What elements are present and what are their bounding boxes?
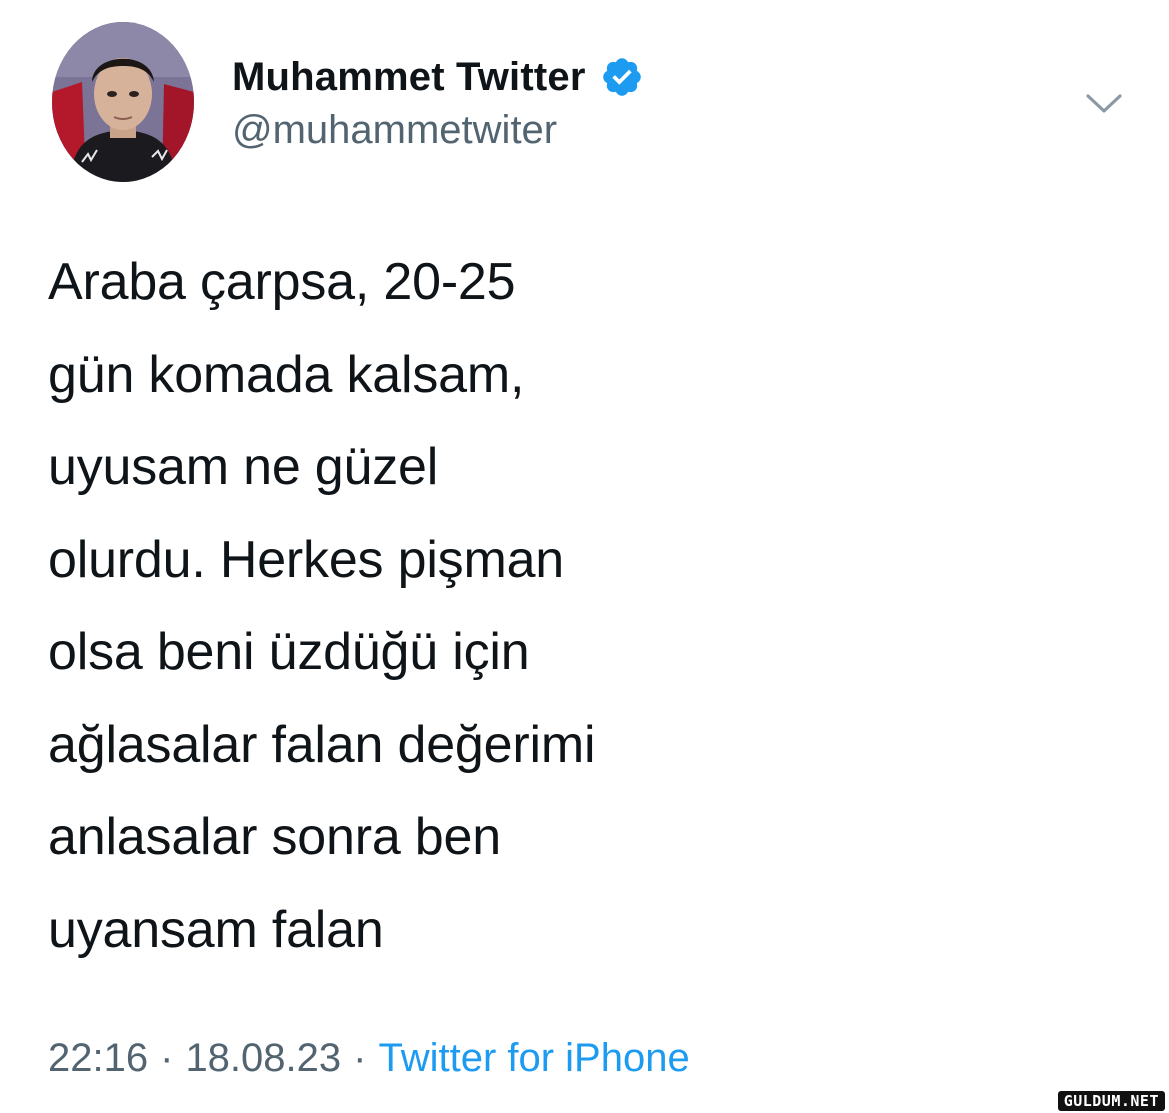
watermark: GULDUM.NET — [1057, 1091, 1165, 1111]
tweet-metadata: 22:16 · 18.08.23 · Twitter for iPhone — [48, 1036, 690, 1081]
separator: · — [353, 1036, 367, 1080]
tweet-date[interactable]: 18.08.23 — [185, 1036, 341, 1080]
tweet-text-line: uyusam ne güzel — [48, 438, 439, 496]
separator: · — [160, 1036, 174, 1080]
tweet-text: Araba çarpsa, 20-25 gün komada kalsam, u… — [48, 236, 828, 976]
tweet-text-line: olsa beni üzdüğü için — [48, 623, 530, 681]
display-name[interactable]: Muhammet Twitter — [232, 55, 586, 100]
author-name-row: Muhammet Twitter — [232, 50, 644, 104]
profile-photo-icon — [52, 22, 194, 182]
tweet-text-line: gün komada kalsam, — [48, 345, 525, 404]
tweet-source-link[interactable]: Twitter for iPhone — [378, 1036, 689, 1080]
tweet: Muhammet Twitter @muhammetwiter Araba ça… — [0, 0, 1169, 1113]
user-handle[interactable]: @muhammetwiter — [232, 108, 557, 153]
avatar[interactable] — [52, 22, 194, 182]
tweet-text-line: Araba çarpsa, 20-25 — [48, 253, 516, 311]
tweet-text-line: olurdu. Herkes pişman — [48, 530, 565, 589]
tweet-text-line: anlasalar sonra ben — [48, 808, 501, 866]
tweet-text-line: uyansam falan — [48, 900, 384, 959]
tweet-text-line: ağlasalar falan değerimi — [48, 715, 596, 774]
chevron-down-icon[interactable] — [1084, 86, 1124, 120]
tweet-time[interactable]: 22:16 — [48, 1036, 148, 1080]
verified-badge-icon — [602, 58, 641, 96]
